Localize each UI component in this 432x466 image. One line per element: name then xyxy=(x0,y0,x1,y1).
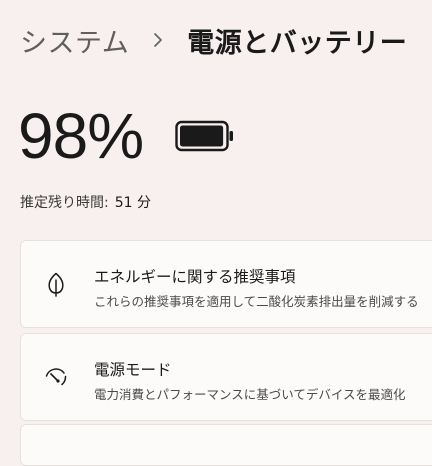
energy-recommendations-card[interactable]: エネルギーに関する推奨事項 これらの推奨事項を適用して二酸化炭素排出量を削減する xyxy=(20,240,432,328)
remaining-value: 51 分 xyxy=(114,195,151,211)
power-mode-card[interactable]: 電源モード 電力消費とパフォーマンスに基づいてデバイスを最適化 xyxy=(20,333,432,421)
estimated-remaining-time: 推定残り時間: 51 分 xyxy=(20,192,151,212)
breadcrumb: システム 電源とバッテリー xyxy=(20,18,407,62)
battery-percentage: 98% xyxy=(18,100,144,172)
leaf-icon xyxy=(48,272,64,297)
energy-recommendations-subtitle: これらの推奨事項を適用して二酸化炭素排出量を削減する xyxy=(94,294,419,309)
remaining-label: 推定残り時間: xyxy=(20,195,109,211)
power-mode-title: 電源モード xyxy=(94,361,172,379)
power-mode-gauge-icon xyxy=(45,368,67,386)
settings-card-partial[interactable] xyxy=(20,424,432,466)
chevron-right-icon xyxy=(154,33,163,47)
page-title: 電源とバッテリー xyxy=(187,27,408,59)
battery-icon xyxy=(175,120,234,152)
battery-fill xyxy=(180,125,224,147)
energy-recommendations-title: エネルギーに関する推奨事項 xyxy=(94,268,296,286)
battery-status: 98% xyxy=(18,96,235,176)
power-mode-subtitle: 電力消費とパフォーマンスに基づいてデバイスを最適化 xyxy=(94,387,406,402)
breadcrumb-system-link[interactable]: システム xyxy=(20,21,129,60)
